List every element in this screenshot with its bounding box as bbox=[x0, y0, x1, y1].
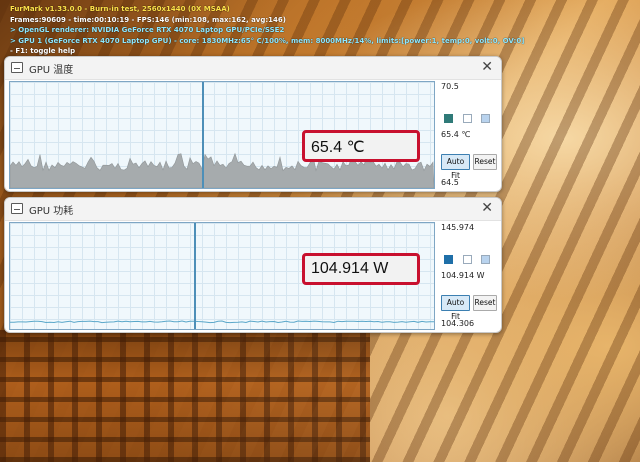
color-swatch-white[interactable] bbox=[463, 114, 472, 123]
power-titlebar[interactable]: GPU 功耗 ✕ bbox=[5, 198, 501, 221]
auto-fit-button[interactable]: Auto Fit bbox=[441, 295, 470, 321]
gpu-temperature-window[interactable]: GPU 温度 ✕ 65.4 ℃ 70.5 65.4 ℃ Auto Fit Res… bbox=[4, 56, 502, 192]
current-label: 65.4 ℃ bbox=[441, 130, 471, 139]
color-swatch-blue[interactable] bbox=[444, 255, 453, 264]
gpu-power-window[interactable]: GPU 功耗 ✕ 104.914 W 145.974 104.914 W Aut… bbox=[4, 197, 502, 333]
color-swatch-lightblue[interactable] bbox=[481, 255, 490, 264]
furmark-render-blocks bbox=[0, 330, 370, 462]
furmark-hud: FurMark v1.33.0.0 - Burn-in test, 2560x1… bbox=[10, 4, 524, 57]
hud-line-help: - F1: toggle help bbox=[10, 47, 76, 55]
power-line bbox=[10, 320, 434, 324]
temperature-graph: 65.4 ℃ bbox=[9, 81, 435, 189]
graph-cursor-line bbox=[194, 223, 196, 329]
close-icon[interactable]: ✕ bbox=[481, 200, 493, 216]
hud-line-stats: Frames:90609 - time:00:10:19 - FPS:146 (… bbox=[10, 15, 286, 24]
window-icon bbox=[11, 203, 23, 214]
hud-line-title: FurMark v1.33.0.0 - Burn-in test, 2560x1… bbox=[10, 5, 230, 13]
hud-line-renderer: > OpenGL renderer: NVIDIA GeForce RTX 40… bbox=[10, 26, 285, 34]
power-graph: 104.914 W bbox=[9, 222, 435, 330]
close-icon[interactable]: ✕ bbox=[481, 59, 493, 75]
power-readout: 104.914 W bbox=[302, 253, 420, 285]
window-title: GPU 温度 bbox=[29, 65, 74, 76]
min-label: 64.5 bbox=[441, 178, 459, 187]
temperature-readout-value: 65.4 ℃ bbox=[311, 139, 365, 156]
auto-fit-button[interactable]: Auto Fit bbox=[441, 154, 470, 180]
graph-cursor-line bbox=[202, 82, 204, 188]
min-label: 104.306 bbox=[441, 319, 475, 328]
hud-line-gpu: > GPU 1 (GeForce RTX 4070 Laptop GPU) - … bbox=[10, 36, 525, 45]
color-swatch-lightblue[interactable] bbox=[481, 114, 490, 123]
temperature-side-panel: 70.5 65.4 ℃ Auto Fit Reset 64.5 bbox=[439, 81, 499, 189]
reset-button[interactable]: Reset bbox=[473, 295, 497, 311]
color-swatch-white[interactable] bbox=[463, 255, 472, 264]
current-label: 104.914 W bbox=[441, 271, 485, 280]
power-side-panel: 145.974 104.914 W Auto Fit Reset 104.306 bbox=[439, 222, 499, 330]
max-label: 145.974 bbox=[441, 223, 475, 232]
power-readout-value: 104.914 W bbox=[311, 260, 389, 277]
reset-button[interactable]: Reset bbox=[473, 154, 497, 170]
max-label: 70.5 bbox=[441, 82, 459, 91]
temperature-titlebar[interactable]: GPU 温度 ✕ bbox=[5, 57, 501, 80]
window-icon bbox=[11, 62, 23, 73]
temperature-readout: 65.4 ℃ bbox=[302, 130, 420, 162]
color-swatch-teal[interactable] bbox=[444, 114, 453, 123]
window-title: GPU 功耗 bbox=[29, 206, 74, 217]
